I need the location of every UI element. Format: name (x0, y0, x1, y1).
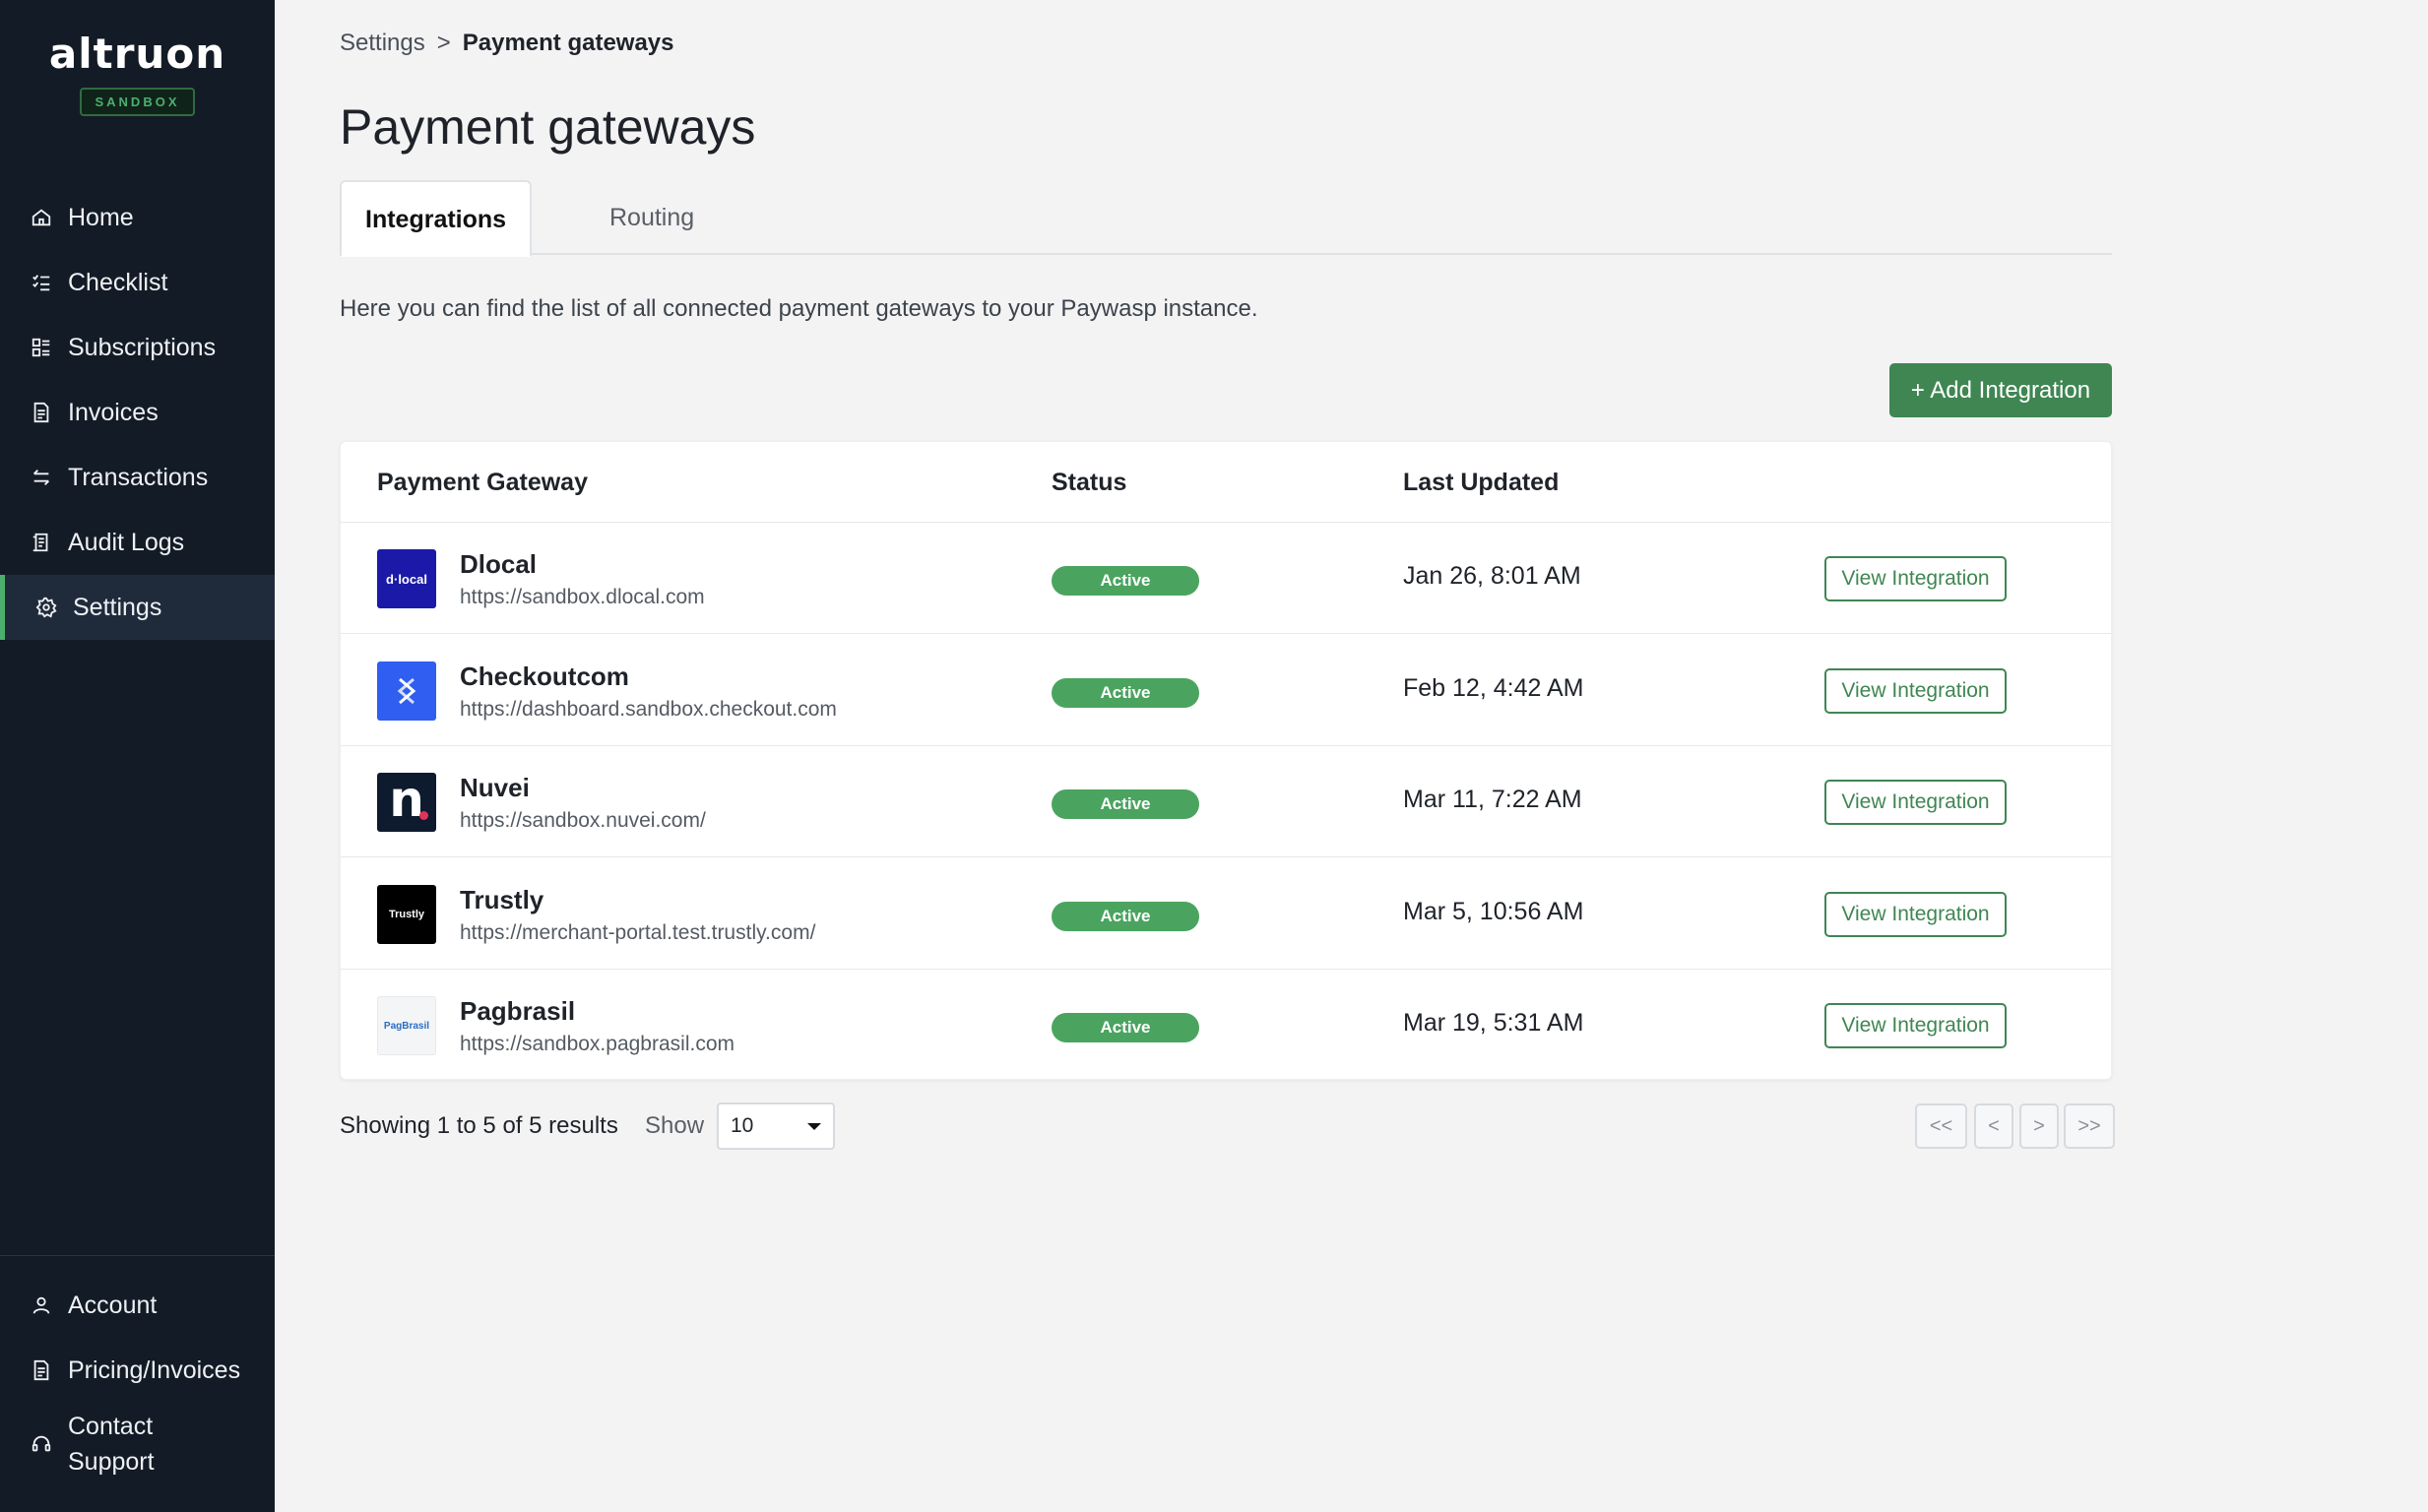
subscriptions-icon (30, 336, 53, 359)
document-icon (30, 1358, 53, 1382)
table-row: d·local Dlocal https://sandbox.dlocal.co… (341, 523, 2111, 634)
last-updated: Feb 12, 4:42 AM (1403, 674, 1584, 702)
next-page-button[interactable]: > (2019, 1103, 2059, 1149)
gateways-table: Payment Gateway Status Last Updated d·lo… (340, 441, 2112, 1080)
gateway-url: https://sandbox.dlocal.com (460, 586, 705, 608)
first-page-button[interactable]: << (1915, 1103, 1967, 1149)
view-integration-button[interactable]: View Integration (1824, 668, 2007, 714)
brand-logo[interactable]: altruon (0, 30, 275, 78)
brand: altruon SANDBOX (0, 30, 275, 116)
sidebar-divider (0, 1255, 275, 1256)
sidebar-item-label: Pricing/Invoices (68, 1355, 241, 1384)
sidebar-item-label: Checklist (68, 268, 168, 296)
checkout-logo (377, 662, 436, 721)
column-header-gateway: Payment Gateway (377, 469, 588, 496)
view-integration-button[interactable]: View Integration (1824, 556, 2007, 601)
tab-bar: Integrations Routing (340, 180, 2112, 257)
sidebar-item-label: Transactions (68, 463, 209, 491)
last-updated: Mar 5, 10:56 AM (1403, 898, 1584, 925)
column-header-status: Status (1052, 469, 1127, 496)
add-integration-button[interactable]: + Add Integration (1889, 363, 2112, 417)
last-page-button[interactable]: >> (2064, 1103, 2115, 1149)
pagbrasil-logo: PagBrasil (377, 996, 436, 1055)
nuvei-logo: n (377, 773, 436, 832)
page-size-select[interactable]: 10 (717, 1102, 835, 1150)
last-updated: Mar 19, 5:31 AM (1403, 1009, 1584, 1037)
status-badge: Active (1052, 1013, 1199, 1042)
previous-page-button[interactable]: < (1974, 1103, 2013, 1149)
gateway-name: Checkoutcom (460, 662, 629, 691)
breadcrumb-parent[interactable]: Settings (340, 30, 425, 56)
breadcrumb: Settings > Payment gateways (340, 30, 674, 57)
sidebar-item-label: Settings (73, 593, 162, 621)
gateway-url: https://dashboard.sandbox.checkout.com (460, 698, 837, 721)
table-row: Trustly Trustly https://merchant-portal.… (341, 858, 2111, 970)
sidebar-item-label: Invoices (68, 398, 159, 426)
last-updated: Jan 26, 8:01 AM (1403, 562, 1581, 590)
user-icon (30, 1293, 53, 1317)
invoice-icon (30, 401, 53, 424)
sidebar-item-settings[interactable]: Settings (0, 575, 275, 640)
sidebar-item-label: Contact Support (68, 1413, 155, 1476)
sidebar-item-account[interactable]: Account (0, 1273, 275, 1338)
gear-icon (34, 596, 58, 619)
sidebar-item-subscriptions[interactable]: Subscriptions (0, 315, 275, 380)
page-size-label: Show (645, 1112, 705, 1139)
table-row: PagBrasil Pagbrasil https://sandbox.pagb… (341, 970, 2111, 1081)
sidebar-item-label: Account (68, 1291, 158, 1319)
view-integration-button[interactable]: View Integration (1824, 780, 2007, 825)
view-integration-button[interactable]: View Integration (1824, 1003, 2007, 1048)
headset-icon (30, 1432, 53, 1456)
audit-logs-icon (30, 531, 53, 554)
home-icon (30, 206, 53, 229)
sidebar-item-pricing-invoices[interactable]: Pricing/Invoices (0, 1338, 275, 1403)
gateway-name: Pagbrasil (460, 996, 576, 1026)
table-row: Checkoutcom https://dashboard.sandbox.ch… (341, 635, 2111, 746)
page-title: Payment gateways (340, 99, 756, 155)
breadcrumb-current: Payment gateways (462, 30, 674, 56)
sidebar-item-label: Home (68, 203, 134, 231)
results-count: Showing 1 to 5 of 5 results (340, 1112, 618, 1139)
sidebar-bottom-nav: Account Pricing/Invoices Contact Support (0, 1273, 275, 1485)
tab-routing[interactable]: Routing (586, 180, 718, 255)
gateway-url: https://merchant-portal.test.trustly.com… (460, 921, 816, 944)
gateway-name: Trustly (460, 885, 544, 914)
page-description: Here you can find the list of all connec… (340, 295, 1258, 322)
table-header: Payment Gateway Status Last Updated (341, 442, 2111, 523)
dlocal-logo: d·local (377, 549, 436, 608)
status-badge: Active (1052, 902, 1199, 931)
gateway-name: Nuvei (460, 773, 530, 802)
table-footer: Showing 1 to 5 of 5 results Show 10 << <… (340, 1102, 2115, 1150)
sidebar-item-audit-logs[interactable]: Audit Logs (0, 510, 275, 575)
last-updated: Mar 11, 7:22 AM (1403, 786, 1582, 813)
chevron-down-icon (807, 1123, 821, 1130)
sidebar-item-label: Audit Logs (68, 528, 185, 556)
gateway-url: https://sandbox.nuvei.com/ (460, 809, 706, 832)
sidebar-item-home[interactable]: Home (0, 185, 275, 250)
sidebar-item-label: Subscriptions (68, 333, 217, 361)
status-badge: Active (1052, 566, 1199, 596)
transactions-icon (30, 466, 53, 489)
sidebar-item-invoices[interactable]: Invoices (0, 380, 275, 445)
sidebar-item-checklist[interactable]: Checklist (0, 250, 275, 315)
breadcrumb-separator: > (436, 30, 451, 56)
table-row: n Nuvei https://sandbox.nuvei.com/ Activ… (341, 746, 2111, 857)
sidebar-nav: Home Checklist Subscriptions Invoices Tr… (0, 185, 275, 640)
checklist-icon (30, 271, 53, 294)
nuvei-dot-icon (419, 811, 428, 820)
gateway-url: https://sandbox.pagbrasil.com (460, 1033, 735, 1055)
environment-badge: SANDBOX (80, 88, 195, 116)
trustly-logo: Trustly (377, 885, 436, 944)
sidebar: altruon SANDBOX Home Checklist Subscript… (0, 0, 275, 1512)
sidebar-item-transactions[interactable]: Transactions (0, 445, 275, 510)
sidebar-item-contact-support[interactable]: Contact Support (0, 1403, 275, 1485)
checkout-mark-icon (397, 677, 416, 705)
gateway-name: Dlocal (460, 549, 538, 579)
page-size-value: 10 (731, 1114, 754, 1137)
status-badge: Active (1052, 789, 1199, 819)
tab-integrations[interactable]: Integrations (340, 180, 533, 257)
column-header-last-updated: Last Updated (1403, 469, 1560, 496)
view-integration-button[interactable]: View Integration (1824, 892, 2007, 937)
status-badge: Active (1052, 678, 1199, 708)
